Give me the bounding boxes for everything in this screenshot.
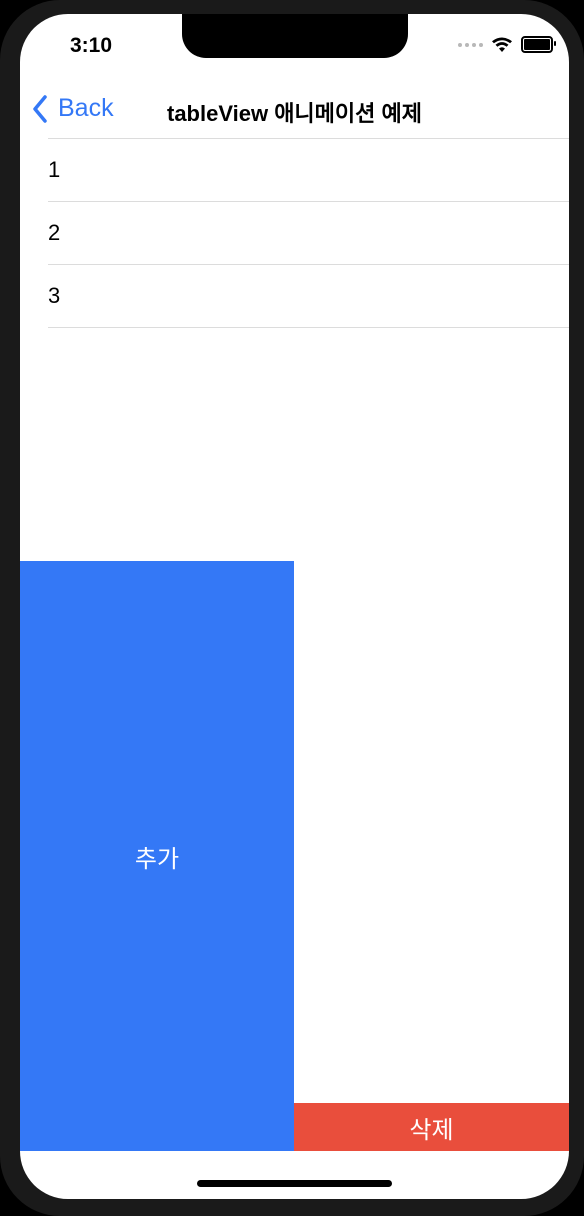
table-row[interactable]: 2	[48, 202, 569, 265]
delete-button[interactable]: 삭제	[294, 1103, 569, 1151]
add-button-label: 추가	[134, 845, 180, 873]
add-button[interactable]: 추가	[20, 561, 294, 1151]
notch	[182, 14, 408, 58]
status-indicators	[458, 36, 556, 53]
navigation-bar: Back tableView 애니메이션 예제	[20, 78, 569, 138]
status-time: 3:10	[70, 34, 113, 57]
home-indicator[interactable]	[197, 1180, 392, 1187]
nav-title: tableView 애니메이션 예제	[167, 101, 422, 126]
delete-button-label: 삭제	[409, 1116, 454, 1144]
cell-label: 3	[48, 283, 61, 308]
wifi-icon	[492, 37, 512, 52]
cellular-signal-icon	[458, 42, 483, 47]
cell-label: 2	[48, 220, 61, 245]
table-row[interactable]: 1	[48, 138, 569, 202]
screen: 3:10 Back tableView 애니메이션 예제 1 2 3 추가 삭제	[20, 14, 569, 1199]
table-view[interactable]: 1 2 3	[20, 138, 569, 328]
table-row[interactable]: 3	[48, 265, 569, 328]
device-frame: 3:10 Back tableView 애니메이션 예제 1 2 3 추가 삭제	[0, 0, 584, 1216]
battery-icon	[521, 36, 556, 53]
cell-label: 1	[48, 157, 61, 182]
